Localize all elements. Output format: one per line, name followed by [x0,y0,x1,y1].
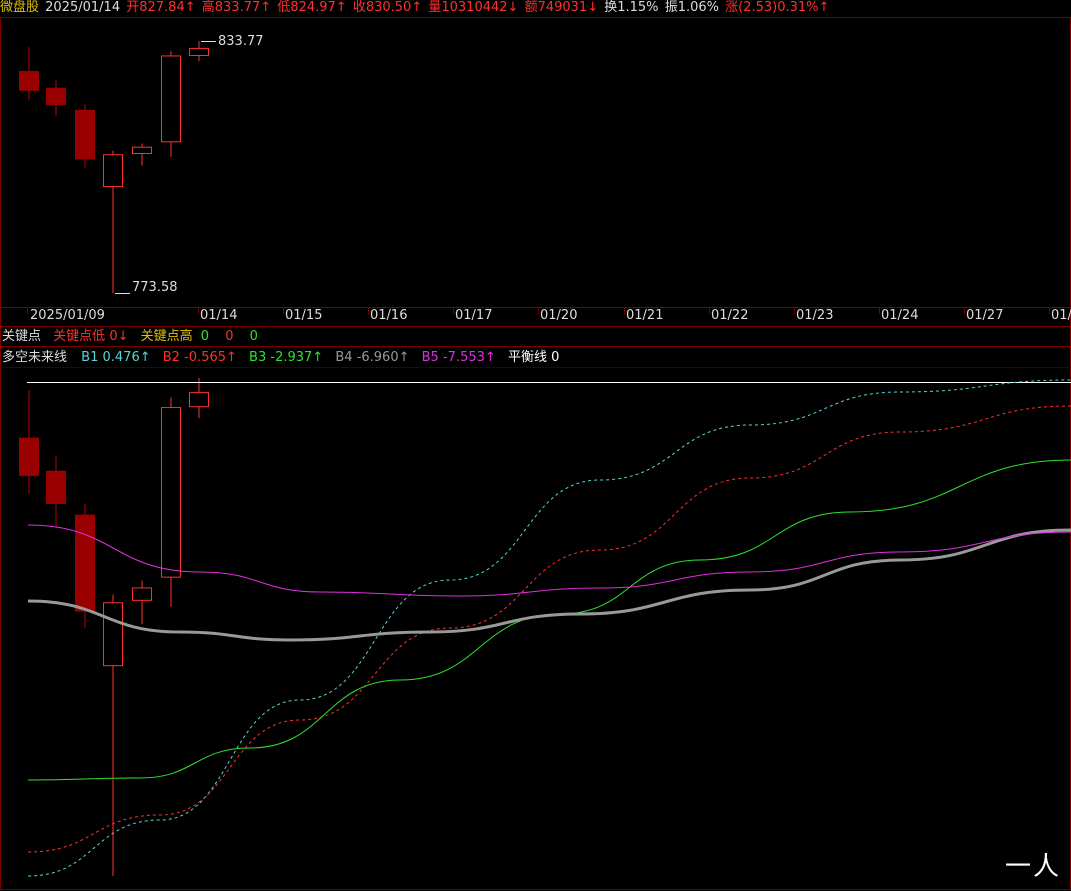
b5-label: B5 [421,350,439,365]
quote-header: 微盘股 2025/01/14 开827.84↑ 高833.77↑ 低824.97… [0,0,1071,16]
quote-open: 开827.84↑ [126,0,196,15]
b2-label: B2 [162,350,180,365]
date-tick-0: 2025/01/09 [30,308,105,323]
indicator-candle-body-4 [132,587,152,601]
keypoint-high-label: 关键点高 [140,329,193,344]
b2-value: -0.565↑ [184,350,237,365]
quote-amplitude: 振1.06% [664,0,719,15]
indicator-candle-body-2 [75,514,95,612]
keypoint-val3: 0 [249,329,258,344]
price-candle-body-6 [189,47,209,57]
date-tick-7: 01/22 [711,308,749,323]
quote-amount: 额749031↓ [524,0,599,15]
date-tick-10: 01/27 [966,308,1004,323]
price-candle-body-3 [103,154,123,188]
keypoint-name: 关键点 [2,329,42,344]
indicator-candle-body-6 [189,392,209,408]
indicator-candle-body-1 [46,470,66,505]
date-tick-8: 01/23 [796,308,834,323]
date-tick-4: 01/17 [455,308,493,323]
b4-value: -6.960↑ [356,350,410,365]
b3-line [27,459,1071,781]
date-tick-11: 01/ [1051,308,1071,323]
quote-low: 低824.97↑ [277,0,347,15]
price-candle-body-2 [75,109,95,160]
b3-value: -2.937↑ [270,350,324,365]
quote-date: 2025/01/14 [45,0,121,15]
b1-value: 0.476↑ [102,350,151,365]
b1-label: B1 [81,350,99,365]
b1-line [27,379,1071,877]
balance-value: 0 [551,350,560,365]
stock-name: 微盘股 [0,0,40,15]
watermark: 一人 [1004,852,1061,882]
balance-label: 平衡线 [507,350,547,365]
quote-turnover: 换1.15% [604,0,659,15]
keypoint-val2: 0 [225,329,234,344]
quote-volume: 量10310442↓ [428,0,519,15]
price-candle-body-1 [46,87,66,106]
date-tick-5: 01/20 [540,308,578,323]
date-tick-9: 01/24 [881,308,919,323]
keypoint-low-label: 关键点低 [53,329,106,344]
date-tick-6: 01/21 [626,308,664,323]
b3-label: B3 [249,350,267,365]
longshort-name: 多空未来线 [2,350,68,365]
chart-canvas[interactable] [0,0,1071,891]
indicator-candle-body-0 [19,437,39,476]
keypoint-high-value: 0 [200,329,210,344]
date-tick-3: 01/16 [370,308,408,323]
date-axis: 2025/01/09 01/14 01/15 01/16 01/17 01/20… [0,308,1071,324]
price-candle-body-0 [19,70,39,91]
high-price-value: 833.77 [218,34,264,49]
indicator-candle-body-3 [103,602,123,667]
indicator-keypoint-legend: 关键点 关键点低 0↓ 关键点高 0 0 0 [2,329,258,345]
quote-high: 高833.77↑ [201,0,272,15]
indicator-candle-body-5 [161,407,181,578]
b4-line [27,528,1071,642]
indicator-longshort-legend: 多空未来线 B1 0.476↑ B2 -0.565↑ B3 -2.937↑ B4… [2,350,559,366]
b2-line [27,405,1071,853]
price-candle-body-4 [132,146,152,154]
date-tick-1: 01/14 [200,308,238,323]
b4-label: B4 [335,350,353,365]
quote-change: 涨(2.53)0.31%↑ [725,0,830,15]
price-candle-body-5 [161,55,181,143]
low-price-value: 773.58 [132,280,178,295]
quote-close: 收830.50↑ [352,0,423,15]
low-price-label: 773.58 [132,280,178,295]
date-tick-2: 01/15 [285,308,323,323]
keypoint-low-value: 0↓ [109,329,129,344]
b5-value: -7.553↑ [442,350,496,365]
